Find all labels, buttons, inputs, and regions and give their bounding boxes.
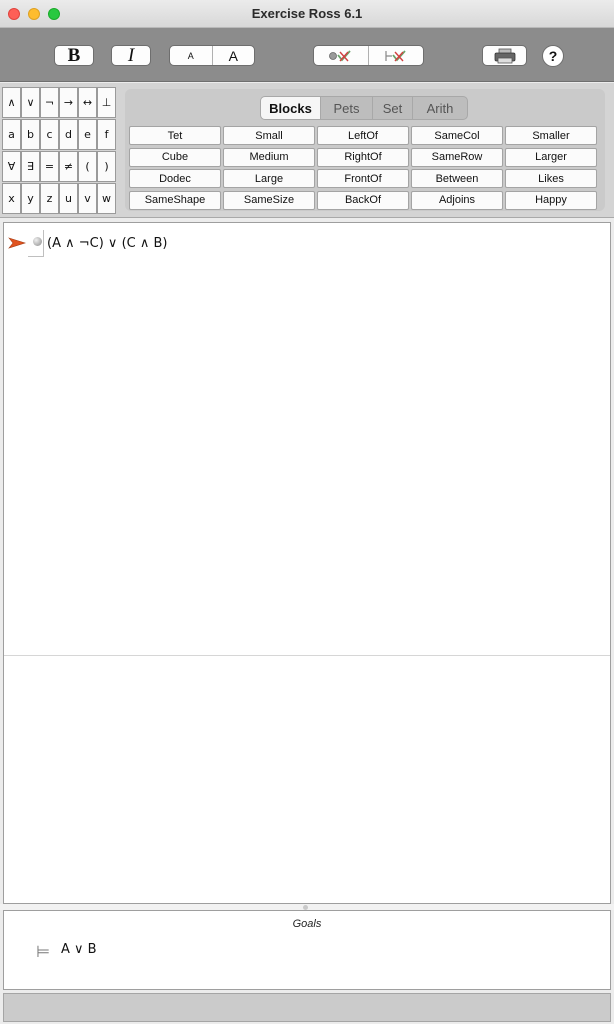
goals-panel: Goals ⊨ A ∨ B	[3, 910, 611, 990]
predicate-button[interactable]: Medium	[223, 147, 315, 167]
predicate-button[interactable]: Between	[411, 169, 503, 188]
predicate-row: SameShape SameSize BackOf Adjoins Happy	[129, 190, 599, 212]
predicate-button[interactable]: SameSize	[223, 190, 315, 210]
verify-check-icon	[329, 49, 351, 61]
symbol-key[interactable]: d	[59, 119, 78, 150]
premise-bullet-icon	[33, 237, 42, 246]
window-title: Exercise Ross 6.1	[251, 6, 363, 21]
symbol-pad: ∧ ∨ ¬ → ↔ ⊥ a b c d e f ∀ ∃ = ≠() x y z u v w Blocks Pets Set Ar…	[0, 83, 614, 218]
symbol-row: ∀ ∃ = ≠()	[2, 151, 118, 183]
help-button[interactable]: ?	[542, 45, 564, 67]
symbol-key[interactable]: c	[40, 119, 59, 150]
symbol-key[interactable]: a	[2, 119, 21, 150]
symbol-key[interactable]: v	[78, 183, 97, 214]
smaller-font-button[interactable]: A	[170, 46, 213, 65]
predicate-button[interactable]: Happy	[505, 190, 597, 210]
tab-arith[interactable]: Arith	[413, 97, 467, 119]
verify-all-button[interactable]	[369, 46, 423, 65]
predicate-tabs: Blocks Pets Set Arith	[260, 96, 468, 120]
symbol-key[interactable]: ∃	[21, 151, 40, 182]
proof-divider	[4, 655, 610, 656]
predicate-buttons: Tet Small LeftOf SameCol Smaller Cube Medium Ri…	[129, 126, 599, 212]
predicate-button[interactable]: Smaller	[505, 126, 597, 145]
verify-all-check-icon	[385, 49, 406, 61]
toolbar: B I A A ?	[0, 28, 614, 82]
predicate-button[interactable]: Tet	[129, 126, 221, 145]
predicate-button[interactable]: LeftOf	[317, 126, 409, 145]
predicate-row: Dodec Large FrontOf Between Likes	[129, 169, 599, 190]
goal-sentence: A ∨ B	[61, 942, 97, 957]
proof-area[interactable]: (A ∧ ¬C) ∨ (C ∧ B)	[3, 222, 611, 904]
symbol-key[interactable]: b	[21, 119, 40, 150]
symbol-key[interactable]: →	[59, 87, 78, 118]
font-size-control: A A	[169, 45, 255, 66]
goals-header: Goals	[292, 918, 322, 930]
predicate-row: Tet Small LeftOf SameCol Smaller	[129, 126, 599, 147]
predicate-row: Cube Medium RightOf SameRow Larger	[129, 147, 599, 169]
italic-button[interactable]: I	[111, 45, 151, 66]
predicate-button[interactable]: Large	[223, 169, 315, 188]
focus-pointer-icon	[8, 237, 26, 249]
predicate-button[interactable]: BackOf	[317, 190, 409, 210]
title-bar: Exercise Ross 6.1	[0, 0, 614, 28]
predicate-button[interactable]: Small	[223, 126, 315, 145]
symbol-key[interactable]: ∧	[2, 87, 21, 118]
predicate-button[interactable]: SameShape	[129, 190, 221, 210]
tab-set[interactable]: Set	[373, 97, 413, 119]
print-button[interactable]	[482, 45, 527, 66]
symbol-key[interactable]: w	[97, 183, 116, 214]
symbol-key[interactable]: z	[40, 183, 59, 214]
tab-pets[interactable]: Pets	[321, 97, 373, 119]
verify-step-button[interactable]	[314, 46, 369, 65]
predicate-button[interactable]: SameRow	[411, 147, 503, 167]
status-bar	[3, 993, 611, 1022]
predicate-panel: Blocks Pets Set Arith Tet Small LeftOf SameCol…	[125, 89, 605, 211]
symbol-key[interactable]: f	[97, 119, 116, 150]
symbol-keyboard: ∧ ∨ ¬ → ↔ ⊥ a b c d e f ∀ ∃ = ≠() x y z u v w	[2, 87, 118, 215]
symbol-key[interactable]: )	[97, 151, 116, 182]
symbol-row: xyzuvw	[2, 183, 118, 215]
predicate-button[interactable]: Larger	[505, 147, 597, 167]
predicate-button[interactable]: Dodec	[129, 169, 221, 188]
predicate-button[interactable]: Likes	[505, 169, 597, 188]
symbol-key[interactable]: u	[59, 183, 78, 214]
predicate-button[interactable]: FrontOf	[317, 169, 409, 188]
premise-sentence[interactable]: (A ∧ ¬C) ∨ (C ∧ B)	[47, 236, 168, 251]
symbol-key[interactable]: y	[21, 183, 40, 214]
verify-control	[313, 45, 424, 66]
bold-button[interactable]: B	[54, 45, 94, 66]
tab-blocks[interactable]: Blocks	[261, 97, 321, 119]
symbol-key[interactable]: =	[40, 151, 59, 182]
symbol-key[interactable]: ¬	[40, 87, 59, 118]
symbol-key[interactable]: e	[78, 119, 97, 150]
symbol-key[interactable]: ∀	[2, 151, 21, 182]
printer-icon	[494, 48, 515, 63]
predicate-button[interactable]: RightOf	[317, 147, 409, 167]
symbol-key[interactable]: ≠	[59, 151, 78, 182]
symbol-key[interactable]: ↔	[78, 87, 97, 118]
predicate-button[interactable]: SameCol	[411, 126, 503, 145]
larger-font-button[interactable]: A	[213, 46, 255, 65]
symbol-key[interactable]: (	[78, 151, 97, 182]
symbol-key[interactable]: ∨	[21, 87, 40, 118]
turnstile-icon: ⊨	[36, 942, 50, 961]
symbol-key[interactable]: x	[2, 183, 21, 214]
symbol-row: ∧ ∨ ¬ → ↔ ⊥	[2, 87, 118, 119]
predicate-button[interactable]: Adjoins	[411, 190, 503, 210]
symbol-key[interactable]: ⊥	[97, 87, 116, 118]
symbol-row: abcdef	[2, 119, 118, 151]
predicate-button[interactable]: Cube	[129, 147, 221, 167]
